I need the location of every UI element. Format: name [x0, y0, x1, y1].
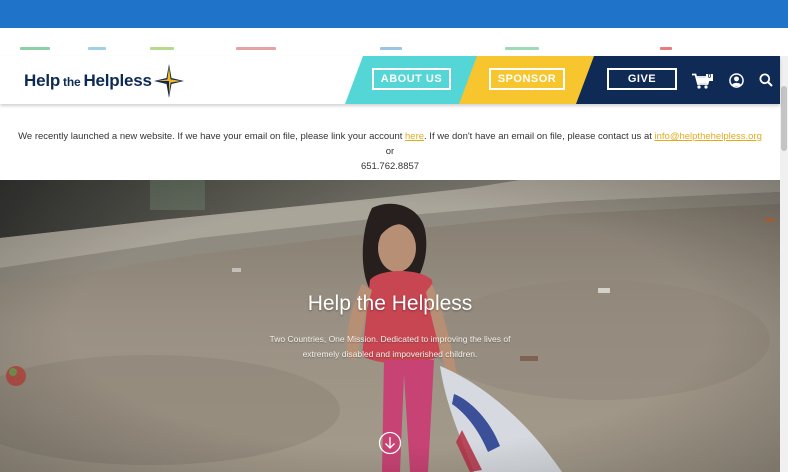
search-icon[interactable]	[759, 73, 773, 87]
logo-word-help: Help	[24, 71, 61, 90]
page-scrollbar[interactable]	[780, 56, 788, 472]
about-us-button[interactable]: ABOUT US	[372, 68, 451, 90]
ghost-mark	[20, 47, 50, 50]
ghost-mark	[505, 47, 539, 50]
ghost-mark	[150, 47, 174, 50]
ghost-mark	[88, 47, 106, 50]
star-logo-icon	[153, 64, 184, 98]
logo-text: Help the Helpless	[24, 71, 152, 91]
ghost-mark	[236, 47, 276, 50]
hero-banner: Help the Helpless Two Countries, One Mis…	[0, 180, 780, 472]
hero-photo	[0, 180, 780, 472]
user-icon[interactable]	[729, 73, 744, 88]
cart-count-badge: 0	[706, 74, 713, 81]
ghost-mark	[380, 47, 402, 50]
notice-text-after: or	[385, 146, 395, 157]
link-account-here-link[interactable]: here	[405, 131, 424, 142]
scrollbar-thumb[interactable]	[781, 86, 787, 151]
contact-phone: 651.762.8857	[360, 161, 420, 172]
new-website-notice: We recently launched a new website. If w…	[0, 104, 780, 180]
hero-title: Help the Helpless	[307, 292, 473, 315]
logo-word-the: the	[63, 75, 81, 89]
ghost-mark	[660, 47, 672, 50]
notice-text-middle: . If we don't have an email on file, ple…	[424, 131, 655, 142]
scroll-down-arrow-icon[interactable]	[378, 431, 402, 455]
hero-subtitle: Two Countries, One Mission. Dedicated to…	[269, 334, 511, 359]
contact-email-link[interactable]: info@helpthehelpless.org	[655, 131, 762, 142]
browser-top-bar	[0, 0, 788, 28]
logo-word-helpless: Helpless	[83, 71, 152, 90]
site-header: Help the Helpless ABOUT US SPONSOR GIVE 0	[0, 56, 780, 104]
give-button[interactable]: GIVE	[607, 68, 677, 90]
site-logo[interactable]: Help the Helpless	[24, 64, 184, 98]
notice-text-before: We recently launched a new website. If w…	[18, 131, 406, 142]
sponsor-button[interactable]: SPONSOR	[489, 68, 565, 90]
top-gap	[0, 28, 788, 56]
